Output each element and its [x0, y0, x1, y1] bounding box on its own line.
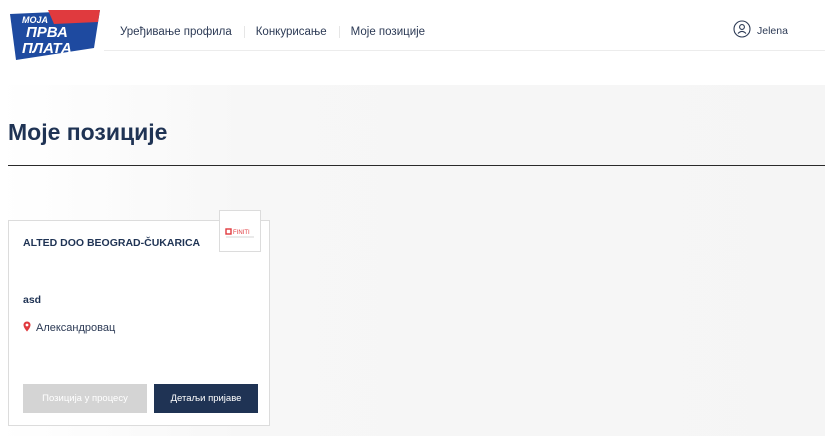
- status-in-process-button: Позиција у процесу: [23, 384, 147, 413]
- company-logo: FINITI: [219, 210, 261, 252]
- application-details-button[interactable]: Детаљи пријаве: [154, 384, 258, 413]
- nav-apply[interactable]: Конкурисање: [243, 23, 339, 41]
- header-divider: [104, 50, 825, 51]
- logo-graphic: МОЈА ПРВА ПЛАТА: [10, 10, 100, 60]
- top-header: МОЈА ПРВА ПЛАТА Уређивање профила Конкур…: [0, 0, 825, 66]
- location: Александровац: [23, 319, 115, 337]
- page-title: Моје позиције: [8, 119, 168, 145]
- company-logo-graphic: FINITI: [225, 228, 254, 238]
- title-divider: [8, 165, 825, 166]
- position-title[interactable]: asd: [23, 294, 41, 306]
- main-nav: Уређивање профила Конкурисање Моје позиц…: [120, 23, 437, 41]
- nav-edit-profile[interactable]: Уређивање профила: [120, 23, 244, 41]
- logo-line2: ПРВА: [26, 24, 68, 41]
- map-pin-icon: [23, 319, 31, 337]
- location-text: Александровац: [36, 322, 116, 334]
- logo-line3: ПЛАТА: [22, 40, 72, 57]
- user-name: Jelena: [757, 25, 788, 37]
- user-icon: [733, 19, 751, 43]
- nav-my-positions[interactable]: Моје позиције: [338, 23, 437, 41]
- moja-prva-plata-logo[interactable]: МОЈА ПРВА ПЛАТА: [8, 8, 104, 68]
- company-name: ALTED DOO BEOGRAD-ČUKARICA: [23, 237, 201, 249]
- company-logo-text: FINITI: [233, 230, 250, 236]
- user-menu[interactable]: Jelena: [733, 19, 788, 43]
